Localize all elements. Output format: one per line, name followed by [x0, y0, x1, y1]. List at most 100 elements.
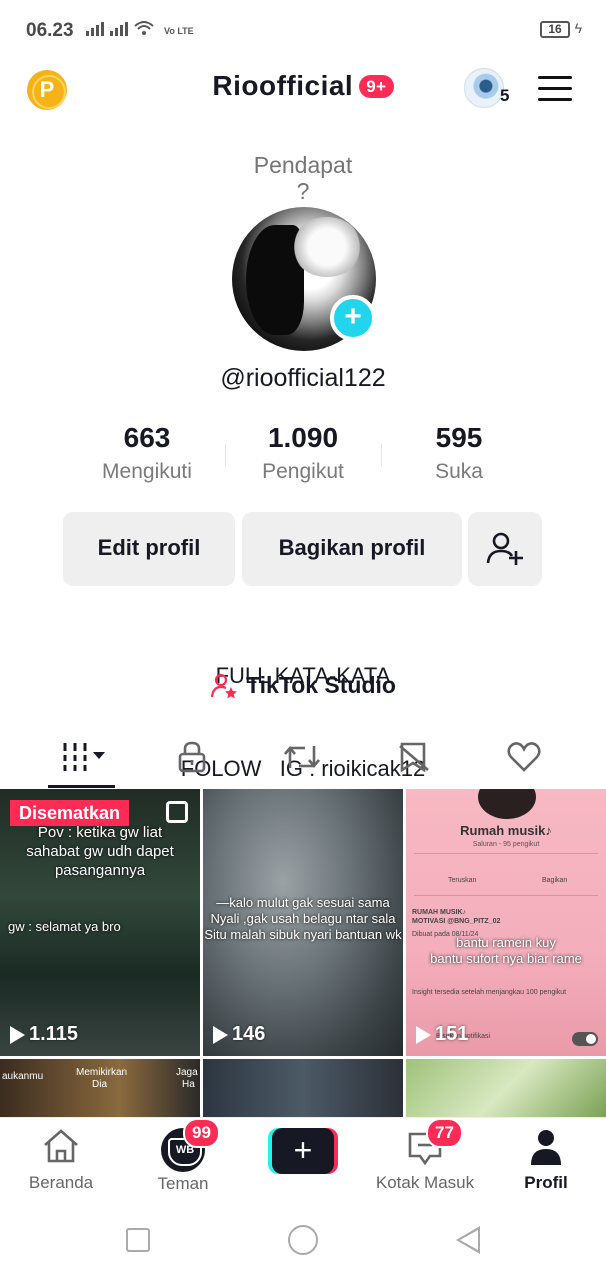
- opinion-prompt[interactable]: Pendapat ?: [0, 152, 606, 204]
- recents-icon[interactable]: [126, 1228, 150, 1252]
- nav-inbox-label: Kotak Masuk: [375, 1173, 475, 1192]
- view-count: 151: [416, 1023, 468, 1046]
- caption-line: pasangannya: [54, 862, 146, 879]
- nav-home[interactable]: Beranda: [24, 1128, 98, 1193]
- nav-profile-label: Profil: [524, 1173, 568, 1192]
- caption-line: aukanmu: [2, 1071, 44, 1082]
- nav-home-label: Beranda: [28, 1173, 94, 1192]
- tab-private[interactable]: [152, 735, 232, 779]
- caption-line: bantu sufort nya biar rame: [430, 951, 582, 966]
- share-profile-button[interactable]: Bagikan profil: [242, 512, 462, 586]
- tab-videos[interactable]: [44, 735, 124, 779]
- profile-stats: 663 Mengikuti 1.090 Pengikut 595 Suka: [0, 422, 606, 492]
- tab-liked[interactable]: [484, 735, 564, 779]
- video-thumbnail[interactable]: [203, 1059, 403, 1119]
- nav-profile[interactable]: Profil: [516, 1128, 576, 1193]
- add-user-icon: [486, 532, 523, 565]
- stat-likes[interactable]: 595 Suka: [379, 422, 539, 484]
- tab-reposts[interactable]: [262, 735, 342, 779]
- hamburger-menu-icon[interactable]: [538, 76, 572, 102]
- create-button[interactable]: +: [268, 1128, 338, 1174]
- play-icon: [213, 1025, 228, 1044]
- battery-icon: 16: [540, 21, 570, 38]
- videos-grid-icon: [63, 743, 105, 771]
- view-count: 1.115: [10, 1023, 78, 1046]
- status-bar: 06.23 Vo LTE 16 ϟ: [0, 0, 606, 62]
- stat-following[interactable]: 663 Mengikuti: [67, 422, 227, 484]
- insight-text: Insight tersedia setelah menjangkau 100 …: [412, 989, 567, 996]
- signal-icon-2: [110, 20, 128, 36]
- wifi-icon: [134, 21, 154, 35]
- inbox-badge: 77: [426, 1118, 463, 1148]
- lock-icon: [178, 741, 206, 773]
- back-icon[interactable]: [456, 1226, 480, 1254]
- caption-line: Dia: [92, 1079, 108, 1090]
- likes-count: 595: [435, 422, 483, 453]
- view-count: 146: [213, 1023, 265, 1046]
- status-time: 06.23: [26, 20, 74, 41]
- bottom-navigation: Beranda Teman 99 + Kotak Masuk 77 Profil: [0, 1117, 606, 1202]
- home-icon: [44, 1129, 78, 1163]
- following-count: 663: [123, 422, 171, 453]
- video-grid: Disematkan Pov : ketika gw liat sahabat …: [0, 789, 606, 1119]
- add-story-plus-icon[interactable]: +: [330, 295, 376, 341]
- likes-label: Suka: [435, 460, 483, 483]
- view-count-value: 151: [435, 1023, 469, 1045]
- bookmark-hidden-icon: [399, 742, 429, 773]
- opinion-label: Pendapat: [253, 152, 353, 178]
- story-avatar[interactable]: [464, 68, 504, 108]
- studio-user-star-icon: [210, 673, 238, 698]
- video-caption: —kalo mulut gak sesuai sama Nyali ,gak u…: [203, 895, 403, 943]
- caption-line: Situ malah sibuk nyari bantuan wk: [204, 927, 402, 942]
- video-thumbnail[interactable]: —kalo mulut gak sesuai sama Nyali ,gak u…: [203, 789, 403, 1056]
- profile-header: P Rioofficial 9+ 5: [0, 62, 606, 118]
- tab-favorites[interactable]: [374, 735, 454, 779]
- nav-friends-label: Teman: [157, 1174, 209, 1193]
- divider: [414, 895, 598, 896]
- multi-photo-icon: [166, 801, 188, 823]
- friends-badge: 99: [183, 1118, 220, 1148]
- followers-label: Pengikut: [262, 460, 344, 483]
- home-circle-icon[interactable]: [288, 1225, 318, 1255]
- tiktok-studio-link[interactable]: TikTok Studio: [0, 672, 606, 705]
- repost-icon: [284, 745, 320, 769]
- profile-name-title[interactable]: Rioofficial 9+: [0, 70, 606, 102]
- following-label: Mengikuti: [102, 460, 192, 483]
- volte-label: Vo LTE: [164, 26, 194, 36]
- caption-line: Pov : ketika gw liat: [37, 824, 163, 841]
- video-thumbnail[interactable]: aukanmu Memikirkan Dia Jaga Ha: [0, 1059, 200, 1119]
- opinion-question: ?: [296, 178, 310, 204]
- notification-badge: 9+: [359, 74, 394, 98]
- video-caption: Pov : ketika gw liat sahabat gw udh dape…: [0, 823, 200, 880]
- channel-title: Rumah musik♪: [460, 823, 552, 838]
- stat-followers[interactable]: 1.090 Pengikut: [223, 422, 383, 484]
- profile-name: Rioofficial: [212, 70, 354, 101]
- system-navigation: [0, 1202, 606, 1280]
- play-icon: [10, 1025, 25, 1044]
- profile-person-icon: [531, 1130, 561, 1165]
- edit-profile-button[interactable]: Edit profil: [63, 512, 235, 586]
- video-thumbnail[interactable]: Rumah musik♪ Saluran - 95 pengikut Terus…: [406, 789, 606, 1056]
- coin-label: P: [39, 77, 55, 102]
- caption-line: Ha: [182, 1079, 195, 1090]
- channel-subtitle: Saluran - 95 pengikut: [472, 841, 540, 848]
- view-count-value: 146: [232, 1023, 266, 1045]
- caption-line: sahabat gw udh dapet: [26, 843, 174, 860]
- channel-avatar: [478, 789, 536, 819]
- mute-toggle: [572, 1032, 598, 1046]
- share-label: Bagikan: [542, 877, 568, 884]
- video-thumbnail[interactable]: [406, 1059, 606, 1119]
- video-thumbnail[interactable]: Disematkan Pov : ketika gw liat sahabat …: [0, 789, 200, 1056]
- caption-line: Nyali ,gak usah belagu ntar sala: [210, 911, 396, 926]
- nav-inbox[interactable]: Kotak Masuk: [366, 1128, 484, 1193]
- add-friends-button[interactable]: [468, 512, 542, 586]
- p-coin-icon[interactable]: P: [27, 70, 67, 110]
- forward-label: Teruskan: [448, 877, 477, 884]
- play-icon: [416, 1025, 431, 1044]
- view-count-value: 1.115: [29, 1023, 78, 1045]
- studio-label: TikTok Studio: [246, 672, 396, 698]
- post-title: RUMAH MUSIK♪: [412, 909, 467, 916]
- plus-icon: +: [272, 1128, 334, 1174]
- caption-line: Memikirkan: [76, 1067, 128, 1078]
- video-caption: bantu ramein kuy bantu sufort nya biar r…: [406, 935, 606, 967]
